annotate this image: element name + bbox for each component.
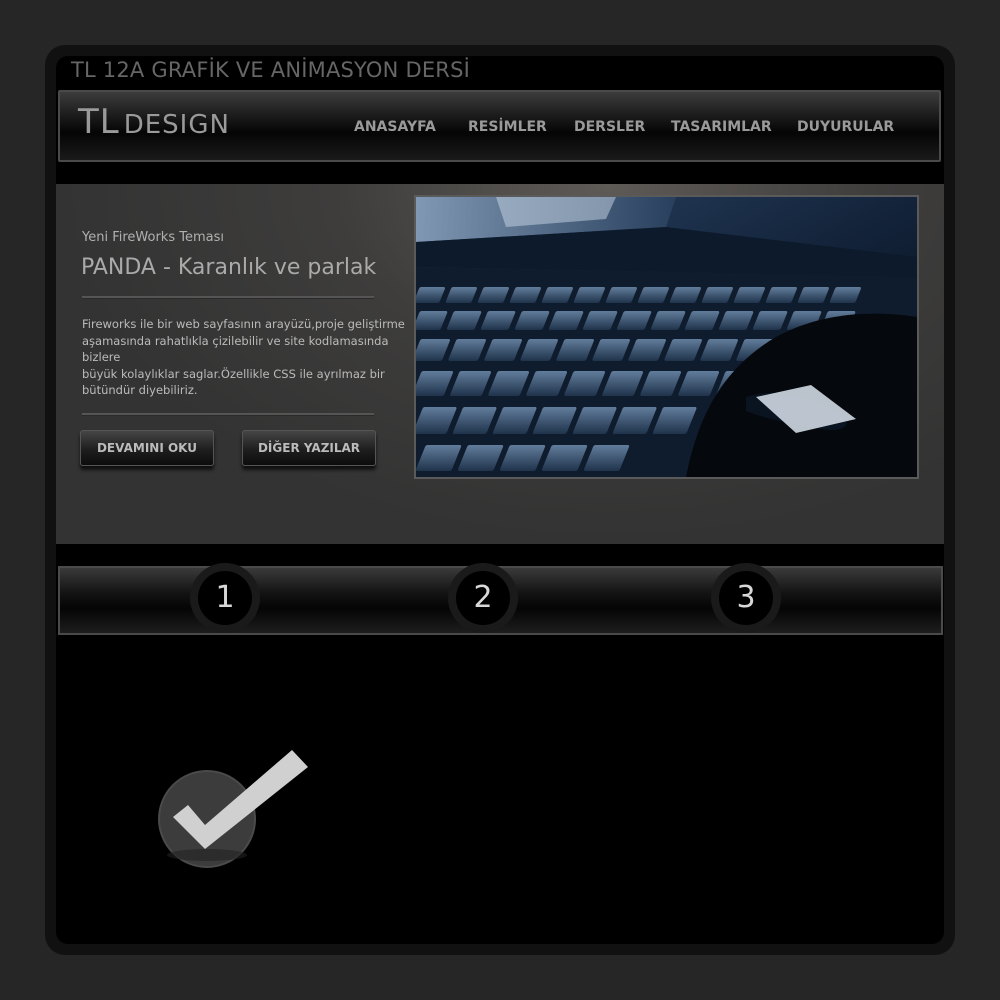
hero-subtitle: Yeni FireWorks Teması <box>82 230 224 245</box>
laptop-keyboard-image <box>414 195 919 479</box>
nav-item-dersler[interactable]: DERSLER <box>574 119 645 135</box>
hero-body: Fireworks ile bir web sayfasının arayüzü… <box>82 316 405 399</box>
page-number: 1 <box>198 571 252 625</box>
logo[interactable]: TL DESIGN <box>78 102 230 142</box>
page-button-2[interactable]: 2 <box>448 563 518 633</box>
hero-body-line: bizlere <box>82 350 121 364</box>
hero-divider-bottom <box>82 413 374 416</box>
other-posts-button[interactable]: DİĞER YAZILAR <box>242 430 376 466</box>
header-nav-bar: TL DESIGN ANASAYFA RESİMLER DERSLER TASAR… <box>58 90 941 162</box>
read-more-button[interactable]: DEVAMINI OKU <box>80 430 214 466</box>
page-button-1[interactable]: 1 <box>190 563 260 633</box>
page-button-3[interactable]: 3 <box>711 563 781 633</box>
nav-item-anasayfa[interactable]: ANASAYFA <box>354 119 436 135</box>
hero-section: Yeni FireWorks Teması PANDA - Karanlık v… <box>56 184 944 544</box>
nav-item-duyurular[interactable]: DUYURULAR <box>797 119 894 135</box>
hero-body-line: bütündür diyebiliriz. <box>82 383 198 397</box>
hero-body-line: Fireworks ile bir web sayfasının arayüzü… <box>82 317 405 331</box>
page-number: 2 <box>456 571 510 625</box>
nav-item-tasarimlar[interactable]: TASARIMLAR <box>671 119 772 135</box>
page-number: 3 <box>719 571 773 625</box>
logo-primary: TL <box>78 102 120 142</box>
hero-body-line: aşamasında rahatlıkla çizilebilir ve sit… <box>82 333 389 348</box>
hero-body-line: büyük kolaylıklar saglar.Özellikle CSS i… <box>82 366 385 381</box>
hero-divider-top <box>82 296 374 299</box>
check-icon <box>155 745 315 874</box>
logo-secondary: DESIGN <box>123 110 230 140</box>
site-title: TL 12A GRAFİK VE ANİMASYON DERSİ <box>71 58 471 82</box>
hero-title: PANDA - Karanlık ve parlak <box>81 255 377 280</box>
nav-item-resimler[interactable]: RESİMLER <box>468 119 547 135</box>
